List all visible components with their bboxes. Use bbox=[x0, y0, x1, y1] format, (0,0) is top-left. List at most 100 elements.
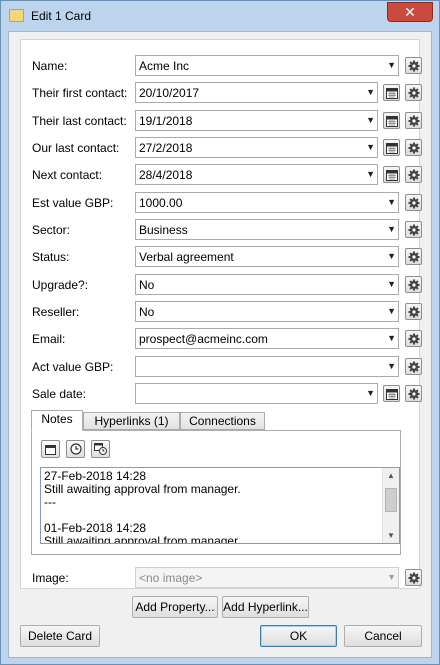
their-last-contact-settings-button[interactable] bbox=[405, 112, 422, 129]
their-first-contact-calendar-button[interactable] bbox=[383, 84, 400, 101]
tab-notes[interactable]: Notes bbox=[31, 410, 83, 431]
their-first-contact-dropdown[interactable]: 20/10/2017 ▼ bbox=[135, 82, 378, 103]
fields-panel: Name: Acme Inc ▼ Their first contact: 20/10/… bbox=[20, 39, 422, 589]
sale-date-label: Sale date: bbox=[32, 387, 87, 401]
dropdown-arrow-icon[interactable]: ▼ bbox=[387, 197, 396, 207]
act-value-gbp-dropdown[interactable]: ▼ bbox=[135, 356, 399, 377]
reseller-dropdown[interactable]: No ▼ bbox=[135, 301, 399, 322]
add-property-button[interactable]: Add Property... bbox=[132, 596, 218, 618]
dropdown-arrow-icon[interactable]: ▼ bbox=[387, 60, 396, 70]
name-label: Name: bbox=[32, 59, 68, 73]
close-button[interactable]: ✕ bbox=[387, 2, 433, 22]
sector-settings-button[interactable] bbox=[405, 221, 422, 238]
dropdown-arrow-icon[interactable]: ▼ bbox=[366, 87, 375, 97]
status-settings-button[interactable] bbox=[405, 248, 422, 265]
gear-icon bbox=[408, 60, 419, 71]
image-label: Image: bbox=[32, 571, 69, 585]
their-first-contact-label: Their first contact: bbox=[32, 86, 128, 100]
upgrade-settings-button[interactable] bbox=[405, 276, 422, 293]
next-contact-value: 28/4/2018 bbox=[139, 168, 193, 182]
ok-button[interactable]: OK bbox=[260, 625, 337, 647]
dropdown-arrow-icon[interactable]: ▼ bbox=[387, 361, 396, 371]
image-dropdown: <no image> ▼ bbox=[135, 567, 399, 588]
add-hyperlink-button[interactable]: Add Hyperlink... bbox=[222, 596, 309, 618]
dropdown-arrow-icon[interactable]: ▼ bbox=[387, 279, 396, 289]
title-bar[interactable]: Edit 1 Card ✕ bbox=[1, 1, 439, 31]
gear-icon bbox=[408, 115, 419, 126]
our-last-contact-calendar-button[interactable] bbox=[383, 139, 400, 156]
delete-card-button[interactable]: Delete Card bbox=[20, 625, 100, 647]
notes-textarea[interactable]: 27-Feb-2018 14:28 Still awaiting approva… bbox=[40, 467, 400, 544]
est-value-gbp-settings-button[interactable] bbox=[405, 194, 422, 211]
cancel-button[interactable]: Cancel bbox=[344, 625, 422, 647]
gear-icon bbox=[408, 306, 419, 317]
tab-connections[interactable]: Connections bbox=[180, 412, 265, 430]
gear-icon bbox=[408, 279, 419, 290]
scroll-down-icon[interactable]: ▼ bbox=[387, 531, 395, 540]
reseller-settings-button[interactable] bbox=[405, 303, 422, 320]
dropdown-arrow-icon[interactable]: ▼ bbox=[366, 388, 375, 398]
notes-text: 27-Feb-2018 14:28 Still awaiting approva… bbox=[44, 469, 241, 544]
insert-time-button[interactable] bbox=[66, 440, 85, 458]
their-last-contact-label: Their last contact: bbox=[32, 114, 127, 128]
next-contact-calendar-button[interactable] bbox=[383, 166, 400, 183]
status-label: Status: bbox=[32, 250, 70, 264]
our-last-contact-value: 27/2/2018 bbox=[139, 141, 193, 155]
status-dropdown[interactable]: Verbal agreement ▼ bbox=[135, 246, 399, 267]
calendar-icon bbox=[385, 87, 398, 99]
gear-icon bbox=[408, 169, 419, 180]
folder-icon bbox=[9, 9, 24, 22]
gear-icon bbox=[408, 224, 419, 235]
dropdown-arrow-icon[interactable]: ▼ bbox=[366, 115, 375, 125]
sector-label: Sector: bbox=[32, 223, 71, 237]
dropdown-arrow-icon[interactable]: ▼ bbox=[387, 251, 396, 261]
gear-icon bbox=[408, 572, 419, 583]
scroll-thumb[interactable] bbox=[385, 488, 397, 512]
image-settings-button[interactable] bbox=[405, 569, 422, 586]
calendar-icon bbox=[385, 169, 398, 181]
upgrade-dropdown[interactable]: No ▼ bbox=[135, 274, 399, 295]
notes-scrollbar[interactable]: ▲ ▼ bbox=[382, 468, 399, 543]
next-contact-label: Next contact: bbox=[32, 168, 103, 182]
est-value-gbp-value: 1000.00 bbox=[139, 196, 183, 210]
email-settings-button[interactable] bbox=[405, 330, 422, 347]
insert-date-button[interactable] bbox=[41, 440, 60, 458]
upgrade-label: Upgrade?: bbox=[32, 278, 89, 292]
calendar-icon bbox=[45, 444, 56, 455]
sector-value: Business bbox=[139, 223, 188, 237]
their-first-contact-settings-button[interactable] bbox=[405, 84, 422, 101]
email-dropdown[interactable]: prospect@acmeinc.com ▼ bbox=[135, 328, 399, 349]
dropdown-arrow-icon[interactable]: ▼ bbox=[387, 333, 396, 343]
est-value-gbp-label: Est value GBP: bbox=[32, 196, 114, 210]
sale-date-dropdown[interactable]: ▼ bbox=[135, 383, 378, 404]
tab-hyperlinks[interactable]: Hyperlinks (1) bbox=[83, 412, 180, 430]
sale-date-settings-button[interactable] bbox=[405, 385, 422, 402]
dropdown-arrow-icon[interactable]: ▼ bbox=[366, 142, 375, 152]
dropdown-arrow-icon: ▼ bbox=[387, 572, 396, 582]
reseller-value: No bbox=[139, 305, 155, 319]
next-contact-settings-button[interactable] bbox=[405, 166, 422, 183]
dropdown-arrow-icon[interactable]: ▼ bbox=[387, 306, 396, 316]
their-last-contact-calendar-button[interactable] bbox=[383, 112, 400, 129]
scroll-up-icon[interactable]: ▲ bbox=[387, 471, 395, 480]
calendar-icon bbox=[385, 115, 398, 127]
name-dropdown[interactable]: Acme Inc ▼ bbox=[135, 55, 399, 76]
sale-date-calendar-button[interactable] bbox=[383, 385, 400, 402]
name-settings-button[interactable] bbox=[405, 57, 422, 74]
next-contact-dropdown[interactable]: 28/4/2018 ▼ bbox=[135, 164, 378, 185]
our-last-contact-settings-button[interactable] bbox=[405, 139, 422, 156]
our-last-contact-label: Our last contact: bbox=[32, 141, 120, 155]
reseller-label: Reseller: bbox=[32, 305, 80, 319]
our-last-contact-dropdown[interactable]: 27/2/2018 ▼ bbox=[135, 137, 378, 158]
name-value: Acme Inc bbox=[139, 59, 190, 73]
est-value-gbp-dropdown[interactable]: 1000.00 ▼ bbox=[135, 192, 399, 213]
act-value-gbp-settings-button[interactable] bbox=[405, 358, 422, 375]
gear-icon bbox=[408, 361, 419, 372]
dropdown-arrow-icon[interactable]: ▼ bbox=[366, 169, 375, 179]
their-first-contact-value: 20/10/2017 bbox=[139, 86, 200, 100]
sector-dropdown[interactable]: Business ▼ bbox=[135, 219, 399, 240]
insert-datetime-button[interactable] bbox=[91, 440, 110, 458]
their-last-contact-dropdown[interactable]: 19/1/2018 ▼ bbox=[135, 110, 378, 131]
window-title: Edit 1 Card bbox=[31, 9, 92, 23]
dropdown-arrow-icon[interactable]: ▼ bbox=[387, 224, 396, 234]
